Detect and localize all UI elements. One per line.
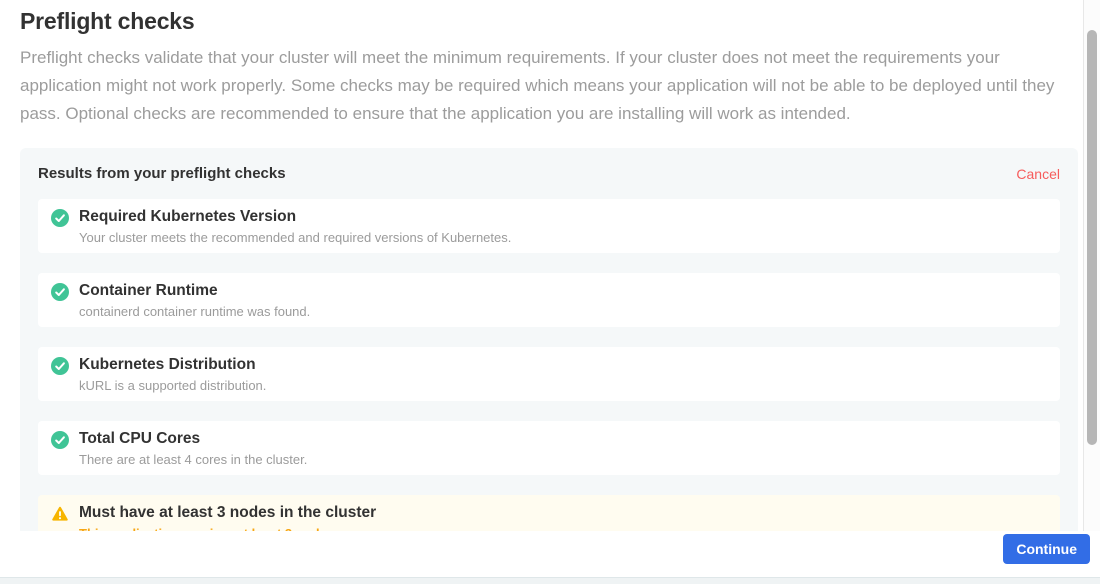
footer-bar: Continue: [0, 531, 1100, 577]
check-item-success: Total CPU Cores There are at least 4 core…: [38, 421, 1060, 475]
bottom-strip: [0, 577, 1100, 584]
check-body: Container Runtime containerd container ru…: [79, 281, 310, 319]
scrollbar-track[interactable]: [1083, 0, 1100, 531]
check-item-success: Required Kubernetes Version Your cluster …: [38, 199, 1060, 253]
check-item-success: Kubernetes Distribution kURL is a support…: [38, 347, 1060, 401]
check-title: Required Kubernetes Version: [79, 207, 511, 226]
check-body: Kubernetes Distribution kURL is a support…: [79, 355, 266, 393]
page-description: Preflight checks validate that your clus…: [20, 44, 1066, 128]
scrollable-content: Preflight checks Preflight checks valida…: [0, 0, 1083, 584]
scrollbar-thumb[interactable]: [1087, 30, 1097, 445]
preflight-results-panel: Results from your preflight checks Cance…: [20, 148, 1078, 584]
check-description: There are at least 4 cores in the cluste…: [79, 452, 307, 467]
check-description: Your cluster meets the recommended and r…: [79, 230, 511, 245]
check-title: Total CPU Cores: [79, 429, 307, 448]
success-check-icon: [51, 431, 69, 449]
check-body: Required Kubernetes Version Your cluster …: [79, 207, 511, 245]
success-check-icon: [51, 209, 69, 227]
success-check-icon: [51, 357, 69, 375]
preflight-page: Preflight checks Preflight checks valida…: [0, 0, 1100, 584]
checks-list: Required Kubernetes Version Your cluster …: [38, 199, 1060, 549]
check-description: kURL is a supported distribution.: [79, 378, 266, 393]
page-title: Preflight checks: [20, 8, 1083, 35]
results-heading: Results from your preflight checks: [38, 165, 286, 182]
check-item-success: Container Runtime containerd container ru…: [38, 273, 1060, 327]
check-description: containerd container runtime was found.: [79, 304, 310, 319]
check-title: Container Runtime: [79, 281, 310, 300]
check-body: Total CPU Cores There are at least 4 core…: [79, 429, 307, 467]
cancel-link[interactable]: Cancel: [1016, 166, 1060, 182]
check-title: Must have at least 3 nodes in the cluste…: [79, 503, 376, 522]
check-title: Kubernetes Distribution: [79, 355, 266, 374]
continue-button[interactable]: Continue: [1003, 534, 1090, 564]
warning-triangle-icon: [51, 505, 69, 523]
panel-header: Results from your preflight checks Cance…: [38, 165, 1060, 182]
success-check-icon: [51, 283, 69, 301]
